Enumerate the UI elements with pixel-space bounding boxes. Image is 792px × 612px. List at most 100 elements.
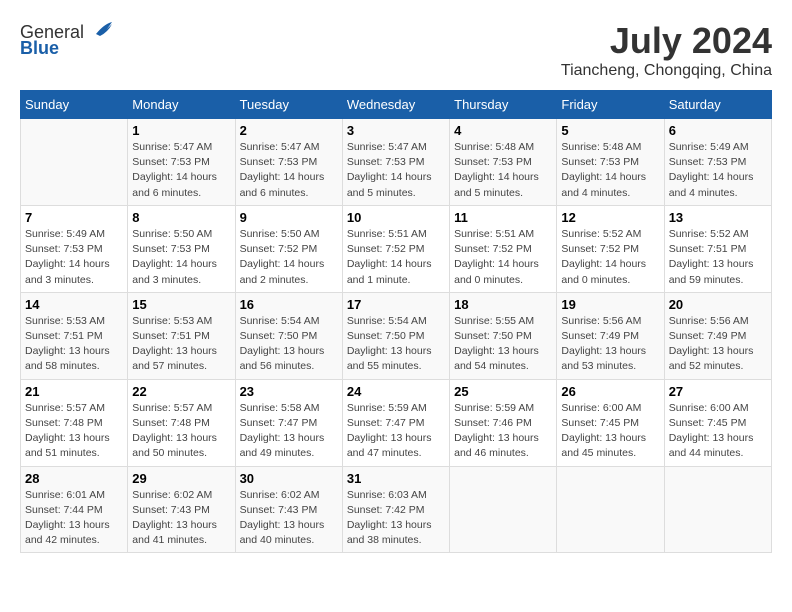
day-info: Sunrise: 5:58 AM Sunset: 7:47 PM Dayligh…: [240, 401, 338, 462]
day-number: 9: [240, 210, 338, 225]
calendar-cell: 15Sunrise: 5:53 AM Sunset: 7:51 PM Dayli…: [128, 292, 235, 379]
subtitle: Tiancheng, Chongqing, China: [561, 62, 772, 80]
day-number: 10: [347, 210, 445, 225]
day-number: 31: [347, 471, 445, 486]
day-info: Sunrise: 5:55 AM Sunset: 7:50 PM Dayligh…: [454, 314, 552, 375]
header-cell-sunday: Sunday: [21, 91, 128, 119]
day-number: 14: [25, 297, 123, 312]
calendar-cell: 12 Sunrise: 5:52 AM Sunset: 7:52 PM Dayli…: [557, 205, 664, 292]
calendar-cell: 17Sunrise: 5:54 AM Sunset: 7:50 PM Dayli…: [342, 292, 449, 379]
day-info: Sunrise: 6:01 AM Sunset: 7:44 PM Dayligh…: [25, 488, 123, 549]
calendar-cell: 31 Sunrise: 6:03 AM Sunset: 7:42 PM Dayli…: [342, 466, 449, 553]
calendar-cell: [557, 466, 664, 553]
day-number: 11: [454, 210, 552, 225]
calendar-cell: 24 Sunrise: 5:59 AM Sunset: 7:47 PM Dayli…: [342, 379, 449, 466]
day-number: 19: [561, 297, 659, 312]
day-number: 13: [669, 210, 767, 225]
calendar-cell: 5 Sunrise: 5:48 AM Sunset: 7:53 PM Daylig…: [557, 119, 664, 206]
day-info: Sunrise: 5:48 AM Sunset: 7:53 PM Dayligh…: [454, 140, 552, 201]
day-info: Sunrise: 5:54 AM Sunset: 7:50 PM Dayligh…: [347, 314, 445, 375]
calendar-cell: 4 Sunrise: 5:48 AM Sunset: 7:53 PM Daylig…: [450, 119, 557, 206]
logo: General Blue: [20, 20, 114, 59]
calendar-cell: 10Sunrise: 5:51 AM Sunset: 7:52 PM Dayli…: [342, 205, 449, 292]
day-info: Sunrise: 5:54 AM Sunset: 7:50 PM Dayligh…: [240, 314, 338, 375]
calendar-cell: 29 Sunrise: 6:02 AM Sunset: 7:43 PM Dayli…: [128, 466, 235, 553]
calendar-cell: 27Sunrise: 6:00 AM Sunset: 7:45 PM Dayli…: [664, 379, 771, 466]
day-number: 4: [454, 123, 552, 138]
calendar-cell: 8 Sunrise: 5:50 AM Sunset: 7:53 PM Daylig…: [128, 205, 235, 292]
day-info: Sunrise: 6:02 AM Sunset: 7:43 PM Dayligh…: [240, 488, 338, 549]
day-info: Sunrise: 5:53 AM Sunset: 7:51 PM Dayligh…: [25, 314, 123, 375]
day-info: Sunrise: 5:52 AM Sunset: 7:52 PM Dayligh…: [561, 227, 659, 288]
day-info: Sunrise: 5:47 AM Sunset: 7:53 PM Dayligh…: [347, 140, 445, 201]
calendar-week-row: 14 Sunrise: 5:53 AM Sunset: 7:51 PM Dayli…: [21, 292, 772, 379]
day-number: 30: [240, 471, 338, 486]
calendar-cell: 9 Sunrise: 5:50 AM Sunset: 7:52 PM Daylig…: [235, 205, 342, 292]
day-number: 21: [25, 384, 123, 399]
header-cell-wednesday: Wednesday: [342, 91, 449, 119]
calendar-cell: 20 Sunrise: 5:56 AM Sunset: 7:49 PM Dayli…: [664, 292, 771, 379]
day-number: 24: [347, 384, 445, 399]
day-info: Sunrise: 5:53 AM Sunset: 7:51 PM Dayligh…: [132, 314, 230, 375]
calendar-cell: 1Sunrise: 5:47 AM Sunset: 7:53 PM Daylig…: [128, 119, 235, 206]
day-info: Sunrise: 5:50 AM Sunset: 7:52 PM Dayligh…: [240, 227, 338, 288]
calendar-table: SundayMondayTuesdayWednesdayThursdayFrid…: [20, 90, 772, 553]
day-number: 6: [669, 123, 767, 138]
calendar-cell: 18 Sunrise: 5:55 AM Sunset: 7:50 PM Dayli…: [450, 292, 557, 379]
day-number: 28: [25, 471, 123, 486]
logo-bird-icon: [86, 16, 114, 44]
day-number: 25: [454, 384, 552, 399]
day-number: 12: [561, 210, 659, 225]
calendar-cell: 7 Sunrise: 5:49 AM Sunset: 7:53 PM Daylig…: [21, 205, 128, 292]
day-info: Sunrise: 5:49 AM Sunset: 7:53 PM Dayligh…: [669, 140, 767, 201]
day-number: 18: [454, 297, 552, 312]
header-row: SundayMondayTuesdayWednesdayThursdayFrid…: [21, 91, 772, 119]
day-info: Sunrise: 5:52 AM Sunset: 7:51 PM Dayligh…: [669, 227, 767, 288]
calendar-cell: 14 Sunrise: 5:53 AM Sunset: 7:51 PM Dayli…: [21, 292, 128, 379]
day-number: 2: [240, 123, 338, 138]
calendar-cell: 13 Sunrise: 5:52 AM Sunset: 7:51 PM Dayli…: [664, 205, 771, 292]
day-number: 7: [25, 210, 123, 225]
day-number: 1: [132, 123, 230, 138]
day-info: Sunrise: 5:56 AM Sunset: 7:49 PM Dayligh…: [561, 314, 659, 375]
calendar-cell: 23Sunrise: 5:58 AM Sunset: 7:47 PM Dayli…: [235, 379, 342, 466]
day-info: Sunrise: 5:57 AM Sunset: 7:48 PM Dayligh…: [132, 401, 230, 462]
calendar-cell: 11 Sunrise: 5:51 AM Sunset: 7:52 PM Dayli…: [450, 205, 557, 292]
title-block: July 2024 Tiancheng, Chongqing, China: [561, 20, 772, 80]
calendar-cell: 26Sunrise: 6:00 AM Sunset: 7:45 PM Dayli…: [557, 379, 664, 466]
day-info: Sunrise: 6:03 AM Sunset: 7:42 PM Dayligh…: [347, 488, 445, 549]
day-info: Sunrise: 5:59 AM Sunset: 7:46 PM Dayligh…: [454, 401, 552, 462]
calendar-cell: 25 Sunrise: 5:59 AM Sunset: 7:46 PM Dayli…: [450, 379, 557, 466]
calendar-week-row: 21 Sunrise: 5:57 AM Sunset: 7:48 PM Dayli…: [21, 379, 772, 466]
day-info: Sunrise: 5:59 AM Sunset: 7:47 PM Dayligh…: [347, 401, 445, 462]
day-info: Sunrise: 5:50 AM Sunset: 7:53 PM Dayligh…: [132, 227, 230, 288]
header-cell-saturday: Saturday: [664, 91, 771, 119]
day-number: 22: [132, 384, 230, 399]
header-cell-friday: Friday: [557, 91, 664, 119]
calendar-cell: 2Sunrise: 5:47 AM Sunset: 7:53 PM Daylig…: [235, 119, 342, 206]
calendar-cell: [21, 119, 128, 206]
header-cell-monday: Monday: [128, 91, 235, 119]
calendar-cell: 21 Sunrise: 5:57 AM Sunset: 7:48 PM Dayli…: [21, 379, 128, 466]
day-number: 27: [669, 384, 767, 399]
calendar-week-row: 1 Sunrise: 5:47 AM Sunset: 7:53 PM Daylig…: [21, 119, 772, 206]
day-number: 20: [669, 297, 767, 312]
header-cell-tuesday: Tuesday: [235, 91, 342, 119]
day-number: 16: [240, 297, 338, 312]
day-info: Sunrise: 5:56 AM Sunset: 7:49 PM Dayligh…: [669, 314, 767, 375]
day-info: Sunrise: 5:51 AM Sunset: 7:52 PM Dayligh…: [454, 227, 552, 288]
calendar-cell: 6 Sunrise: 5:49 AM Sunset: 7:53 PM Daylig…: [664, 119, 771, 206]
main-title: July 2024: [561, 20, 772, 62]
calendar-cell: 19 Sunrise: 5:56 AM Sunset: 7:49 PM Dayli…: [557, 292, 664, 379]
day-number: 5: [561, 123, 659, 138]
day-number: 29: [132, 471, 230, 486]
calendar-week-row: 28 Sunrise: 6:01 AM Sunset: 7:44 PM Dayli…: [21, 466, 772, 553]
calendar-cell: 28 Sunrise: 6:01 AM Sunset: 7:44 PM Dayli…: [21, 466, 128, 553]
day-info: Sunrise: 5:49 AM Sunset: 7:53 PM Dayligh…: [25, 227, 123, 288]
day-info: Sunrise: 5:57 AM Sunset: 7:48 PM Dayligh…: [25, 401, 123, 462]
page-header: General Blue July 2024 Tiancheng, Chongq…: [20, 20, 772, 80]
day-number: 3: [347, 123, 445, 138]
day-info: Sunrise: 5:48 AM Sunset: 7:53 PM Dayligh…: [561, 140, 659, 201]
day-info: Sunrise: 6:02 AM Sunset: 7:43 PM Dayligh…: [132, 488, 230, 549]
day-number: 8: [132, 210, 230, 225]
